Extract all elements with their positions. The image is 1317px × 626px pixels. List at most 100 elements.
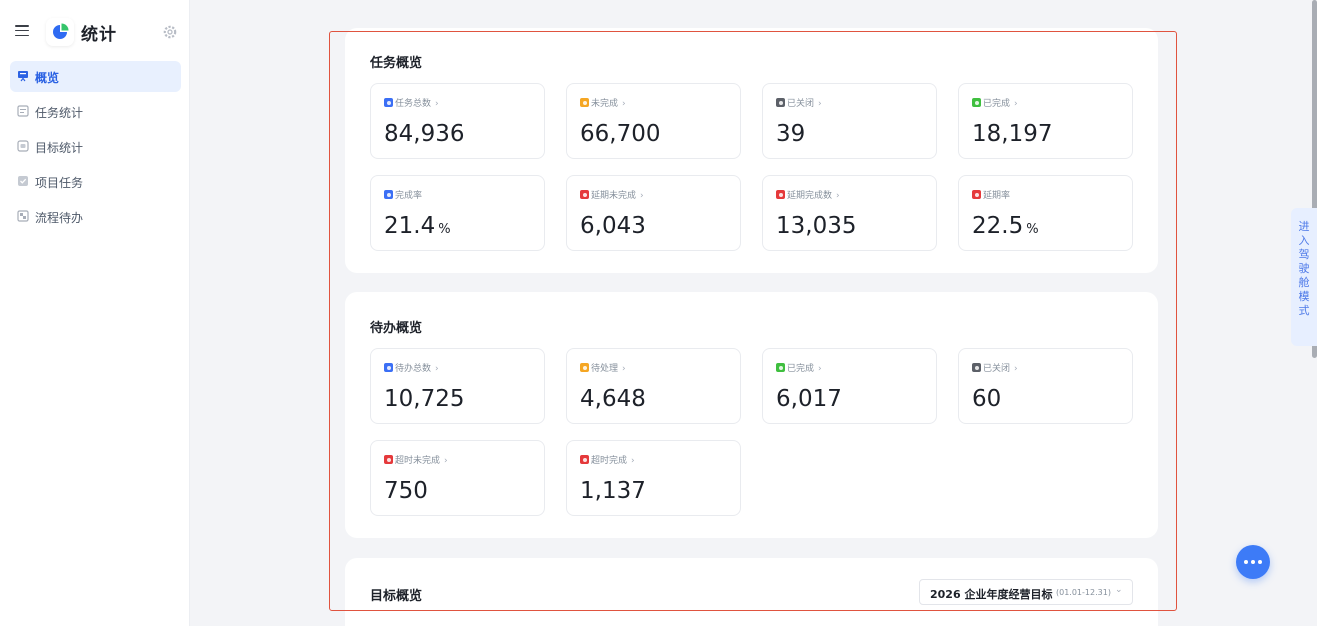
- main-content: 任务概览 任务总数 › 84,936 未完成 › 66,700 已关闭 › 39 已完…: [191, 0, 1311, 626]
- sidebar-item-overview[interactable]: 概览: [10, 61, 181, 92]
- stat-label: 待办总数: [395, 364, 432, 374]
- stat-label: 已关闭: [787, 99, 815, 109]
- task-overview-title: 任务概览: [370, 56, 423, 71]
- overdue-icon: [776, 190, 785, 199]
- stat-overdue-incomplete[interactable]: 延期未完成 › 6,043: [566, 175, 741, 251]
- stat-todo-pending[interactable]: 待处理 › 4,648: [566, 348, 741, 424]
- chevron-down-icon: ⌄: [1115, 585, 1123, 595]
- chevron-right-icon: ›: [435, 99, 439, 109]
- cockpit-mode-tab[interactable]: 进入驾驶舱模式: [1291, 208, 1317, 346]
- pending-icon: [580, 363, 589, 372]
- stat-value: 60: [972, 386, 1002, 412]
- stat-label: 延期完成数: [787, 191, 833, 201]
- stat-label: 未完成: [591, 99, 619, 109]
- stat-value: 6,043: [580, 213, 646, 239]
- chevron-right-icon: ›: [622, 364, 626, 374]
- stat-label: 任务总数: [395, 99, 432, 109]
- completed-icon: [776, 363, 785, 372]
- stat-todo-closed[interactable]: 已关闭 › 60: [958, 348, 1133, 424]
- completed-icon: [972, 98, 981, 107]
- sidebar-item-label: 任务统计: [35, 106, 84, 120]
- stat-value: 84,936: [384, 121, 465, 147]
- stat-value: 21.4: [384, 213, 436, 239]
- list-icon: [17, 105, 29, 117]
- app-logo-icon: [46, 18, 74, 46]
- stat-label: 已关闭: [983, 364, 1011, 374]
- todo-total-icon: [384, 363, 393, 372]
- sidebar-nav: 概览 任务统计 目标统计 项目任务 流程待办: [10, 61, 181, 236]
- stat-value: 13,035: [776, 213, 857, 239]
- checkbox-icon: [18, 176, 28, 186]
- sidebar: 统计 概览 任务统计 目标统计 项目任务 流程待办: [0, 0, 190, 626]
- stat-value: 1,137: [580, 478, 646, 504]
- stat-task-completed[interactable]: 已完成 › 18,197: [958, 83, 1133, 159]
- stat-task-closed[interactable]: 已关闭 › 39: [762, 83, 937, 159]
- closed-icon: [972, 363, 981, 372]
- stat-todo-total[interactable]: 待办总数 › 10,725: [370, 348, 545, 424]
- incomplete-icon: [580, 98, 589, 107]
- gear-icon[interactable]: [162, 24, 178, 40]
- stat-overdue-rate: 延期率 22.5%: [958, 175, 1133, 251]
- presentation-icon: [18, 71, 28, 82]
- goal-period-select[interactable]: 2026 企业年度经营目标 (01.01-12.31) ⌄: [919, 579, 1133, 605]
- stat-label: 待处理: [591, 364, 619, 374]
- stat-task-total[interactable]: 任务总数 › 84,936: [370, 83, 545, 159]
- stat-overdue-completed[interactable]: 延期完成数 › 13,035: [762, 175, 937, 251]
- stat-label: 延期未完成: [591, 191, 637, 201]
- chevron-right-icon: ›: [435, 364, 439, 374]
- stat-value: 66,700: [580, 121, 661, 147]
- sidebar-item-goal-stats[interactable]: 目标统计: [10, 131, 181, 162]
- chevron-right-icon: ›: [444, 456, 448, 466]
- sidebar-item-label: 项目任务: [35, 176, 84, 190]
- stat-value: 4,648: [580, 386, 646, 412]
- timeout-icon: [580, 455, 589, 464]
- chevron-right-icon: ›: [640, 191, 644, 201]
- sidebar-item-project-tasks[interactable]: 项目任务: [10, 166, 181, 197]
- chevron-right-icon: ›: [836, 191, 840, 201]
- stat-value: 18,197: [972, 121, 1053, 147]
- todo-overview-card: 待办概览 待办总数 › 10,725 待处理 › 4,648 已完成 › 6,017 …: [345, 292, 1158, 538]
- sidebar-item-label: 目标统计: [35, 141, 84, 155]
- select-range: (01.01-12.31): [1056, 588, 1111, 597]
- completion-rate-icon: [384, 190, 393, 199]
- overdue-icon: [580, 190, 589, 199]
- app-root: 统计 概览 任务统计 目标统计 项目任务 流程待办 任务概览 任务总数 › 84…: [0, 0, 1317, 626]
- cockpit-mode-label: 进入驾驶舱模式: [1298, 220, 1310, 317]
- stat-value: 39: [776, 121, 806, 147]
- flow-icon: [17, 210, 29, 222]
- sidebar-item-task-stats[interactable]: 任务统计: [10, 96, 181, 127]
- stat-unit: %: [438, 222, 451, 237]
- stat-label: 已完成: [787, 364, 815, 374]
- task-overview-card: 任务概览 任务总数 › 84,936 未完成 › 66,700 已关闭 › 39 已完…: [345, 28, 1158, 273]
- sidebar-item-label: 概览: [35, 71, 60, 85]
- stat-label: 超时完成: [591, 456, 628, 466]
- stat-value: 750: [384, 478, 428, 504]
- sidebar-item-label: 流程待办: [35, 211, 84, 225]
- stat-todo-timeout-completed[interactable]: 超时完成 › 1,137: [566, 440, 741, 516]
- closed-icon: [776, 98, 785, 107]
- overdue-rate-icon: [972, 190, 981, 199]
- target-icon: [17, 140, 29, 152]
- stat-value: 6,017: [776, 386, 842, 412]
- stat-label: 已完成: [983, 99, 1011, 109]
- sidebar-item-process-todo[interactable]: 流程待办: [10, 201, 181, 232]
- stat-value: 22.5: [972, 213, 1024, 239]
- timeout-icon: [384, 455, 393, 464]
- stat-label: 超时未完成: [395, 456, 441, 466]
- stat-task-incomplete[interactable]: 未完成 › 66,700: [566, 83, 741, 159]
- chevron-right-icon: ›: [1014, 364, 1018, 374]
- stat-label: 延期率: [983, 191, 1011, 201]
- stat-unit: %: [1026, 222, 1039, 237]
- stat-todo-timeout-incomplete[interactable]: 超时未完成 › 750: [370, 440, 545, 516]
- stat-completion-rate: 完成率 21.4%: [370, 175, 545, 251]
- goal-overview-title: 目标概览: [370, 589, 423, 604]
- select-value: 2026 企业年度经营目标: [930, 588, 1053, 601]
- chevron-right-icon: ›: [818, 364, 822, 374]
- stat-value: 10,725: [384, 386, 465, 412]
- more-options-button[interactable]: [1236, 545, 1270, 579]
- chevron-right-icon: ›: [1014, 99, 1018, 109]
- hamburger-menu-icon[interactable]: [15, 25, 29, 37]
- stat-todo-completed[interactable]: 已完成 › 6,017: [762, 348, 937, 424]
- chevron-right-icon: ›: [631, 456, 635, 466]
- goal-overview-card: 目标概览 2026 企业年度经营目标 (01.01-12.31) ⌄: [345, 558, 1158, 626]
